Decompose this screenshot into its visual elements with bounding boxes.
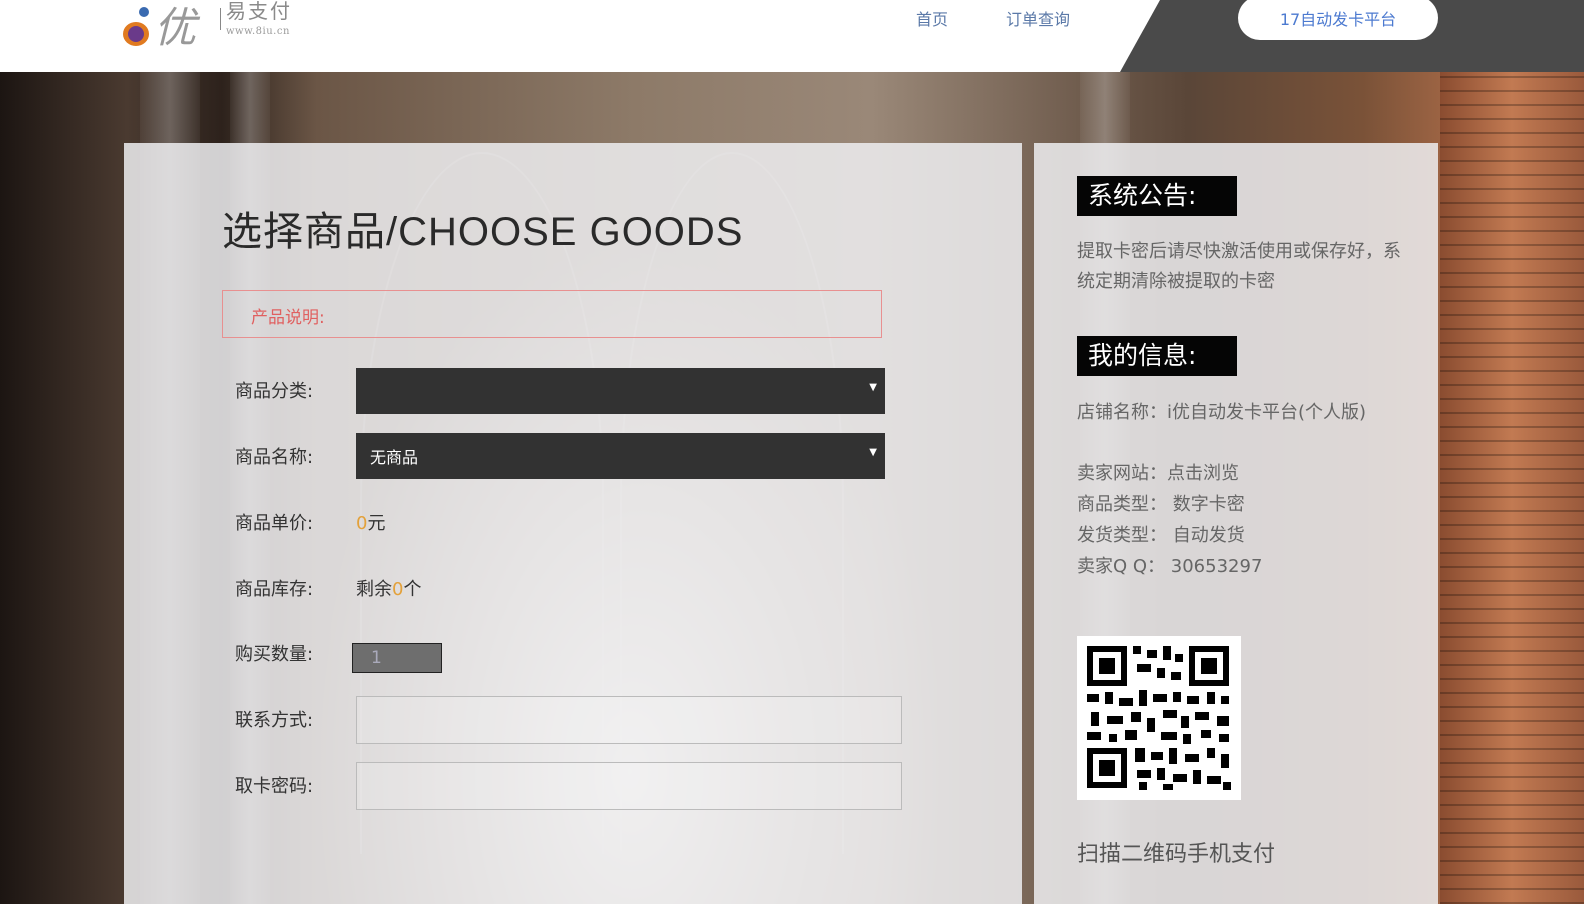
quantity-input[interactable]: 1 — [352, 643, 442, 673]
unit-price-amount: 0 — [356, 513, 368, 534]
product-description-label: 产品说明: — [251, 308, 325, 328]
nav-order-query[interactable]: 订单查询 — [1006, 6, 1070, 30]
stock-amount: 0 — [392, 579, 404, 600]
contact-label: 联系方式: — [235, 710, 314, 731]
site-logo[interactable]: 优 易支付 www.8iu.cn — [122, 0, 312, 50]
category-label: 商品分类: — [235, 381, 314, 402]
quantity-label: 购买数量: — [235, 644, 314, 665]
qr-caption: 扫描二维码手机支付 — [1077, 842, 1276, 867]
notice-heading: 系统公告: — [1077, 176, 1237, 216]
stock-prefix: 剩余 — [356, 579, 392, 600]
delivery-type: 发货类型： 自动发货 — [1077, 525, 1245, 546]
goods-type: 商品类型： 数字卡密 — [1077, 494, 1245, 515]
unit-price-label: 商品单价: — [235, 513, 314, 534]
unit-price-unit: 元 — [367, 513, 386, 534]
svg-text:优: 优 — [154, 3, 201, 48]
unit-price-value: 0元 — [356, 509, 385, 535]
product-name-select-value: 无商品 — [370, 448, 419, 467]
seller-qq: 卖家Q Q： 30653297 — [1077, 556, 1263, 577]
choose-goods-panel: 选择商品/CHOOSE GOODS 产品说明: 商品分类: ▼ 商品名称: 无商… — [124, 143, 1022, 904]
side-info-panel: 系统公告: 提取卡密后请尽快激活使用或保存好，系统定期清除被提取的卡密 我的信息… — [1034, 143, 1438, 904]
category-select[interactable]: ▼ — [356, 368, 885, 414]
product-name-select[interactable]: 无商品 ▼ — [356, 433, 885, 479]
logo-text: 易支付 — [226, 0, 292, 23]
product-description-box: 产品说明: — [222, 290, 882, 338]
stock-suffix: 个 — [403, 579, 422, 600]
seller-website[interactable]: 卖家网站：点击浏览 — [1077, 459, 1407, 489]
contact-input[interactable] — [356, 696, 902, 744]
product-name-label: 商品名称: — [235, 447, 314, 468]
shop-name: 店铺名称：i优自动发卡平台(个人版) — [1077, 402, 1367, 423]
logo-separator — [220, 8, 221, 30]
page-title: 选择商品/CHOOSE GOODS — [222, 210, 744, 254]
chevron-down-icon: ▼ — [869, 382, 877, 393]
qr-code — [1077, 636, 1241, 800]
stock-label: 商品库存: — [235, 579, 314, 600]
notice-text: 提取卡密后请尽快激活使用或保存好，系统定期清除被提取的卡密 — [1077, 241, 1401, 292]
card-password-label: 取卡密码: — [235, 776, 314, 797]
nav-home[interactable]: 首页 — [916, 6, 948, 30]
bg-brick-wall — [1440, 72, 1584, 904]
chevron-down-icon: ▼ — [869, 447, 877, 458]
stock-value: 剩余0个 — [356, 575, 421, 601]
my-info-heading: 我的信息: — [1077, 336, 1237, 376]
card-password-input[interactable] — [356, 762, 902, 810]
qr-code-icon — [1077, 636, 1241, 800]
logo-mark-icon: 优 — [123, 3, 201, 48]
top-header: 优 易支付 www.8iu.cn 首页 订单查询 17自动发卡平台 — [0, 0, 1584, 72]
platform-button[interactable]: 17自动发卡平台 — [1238, 0, 1438, 40]
logo-url: www.8iu.cn — [226, 26, 290, 37]
